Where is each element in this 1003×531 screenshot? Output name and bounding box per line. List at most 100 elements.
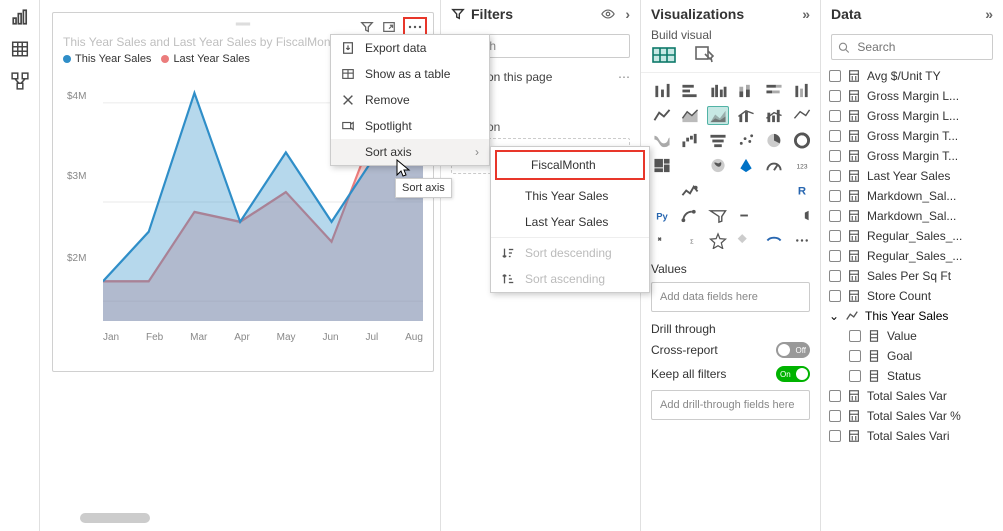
viz-type-paginate[interactable] <box>791 206 813 225</box>
field-item-expanded[interactable]: ⌄This Year Sales <box>827 306 997 326</box>
checkbox[interactable] <box>829 290 841 302</box>
viz-type-decomposition[interactable] <box>707 206 729 225</box>
more-icon[interactable]: ⋯ <box>618 70 630 84</box>
submenu-sort-descending[interactable]: Sort descending <box>491 240 649 266</box>
submenu-sort-ascending[interactable]: Sort ascending <box>491 266 649 292</box>
viz-type-pie[interactable] <box>763 131 785 150</box>
field-item[interactable]: Markdown_Sal... <box>827 206 997 226</box>
data-search-input[interactable] <box>855 39 986 55</box>
viz-type-card[interactable]: 123 <box>791 156 813 175</box>
viz-type-map[interactable] <box>679 156 701 175</box>
menu-spotlight[interactable]: Spotlight <box>331 113 489 139</box>
keep-all-filters-toggle[interactable]: On <box>776 366 810 382</box>
checkbox[interactable] <box>829 270 841 282</box>
field-item[interactable]: Total Sales Var % <box>827 406 997 426</box>
viz-type-kpi[interactable] <box>679 181 701 200</box>
checkbox[interactable] <box>829 250 841 262</box>
viz-type-line-clustered[interactable] <box>735 106 757 125</box>
build-visual-tab[interactable] <box>651 44 677 66</box>
field-item[interactable]: Markdown_Sal... <box>827 186 997 206</box>
viz-type-ribbon-box[interactable] <box>791 106 813 125</box>
field-item[interactable]: Store Count <box>827 286 997 306</box>
viz-type-stacked-bar[interactable] <box>651 81 673 100</box>
viz-type-ribbon[interactable] <box>651 131 673 150</box>
viz-type-slicer[interactable] <box>707 181 729 200</box>
viz-type-stacked-column[interactable] <box>735 81 757 100</box>
checkbox[interactable] <box>829 70 841 82</box>
menu-export-data[interactable]: Export data <box>331 35 489 61</box>
drill-through-dropzone[interactable]: Add drill-through fields here <box>651 390 810 420</box>
viz-type-goals[interactable] <box>707 231 729 250</box>
viz-type-matrix[interactable] <box>763 181 785 200</box>
viz-type-stacked-area[interactable] <box>707 106 729 125</box>
viz-type-shape[interactable] <box>735 231 757 250</box>
viz-type-gauge[interactable] <box>763 156 785 175</box>
checkbox[interactable] <box>829 130 841 142</box>
submenu-fiscalmonth[interactable]: FiscalMonth <box>495 150 645 180</box>
viz-type-key-influencers[interactable] <box>679 206 701 225</box>
viz-type-donut[interactable] <box>791 131 813 150</box>
checkbox[interactable] <box>849 370 861 382</box>
report-view-icon[interactable] <box>11 8 29 26</box>
viz-type-r-visual[interactable]: R <box>791 181 813 200</box>
viz-type-stacked-bar-h[interactable] <box>679 81 701 100</box>
field-item[interactable]: Sales Per Sq Ft <box>827 266 997 286</box>
viz-type-treemap[interactable] <box>651 156 673 175</box>
viz-type-area[interactable] <box>679 106 701 125</box>
viz-type-table[interactable] <box>735 181 757 200</box>
collapse-pane-icon[interactable]: » <box>985 6 993 22</box>
checkbox[interactable] <box>829 170 841 182</box>
field-item[interactable]: Last Year Sales <box>827 166 997 186</box>
field-item[interactable]: Total Sales Vari <box>827 426 997 446</box>
viz-type-funnel[interactable] <box>707 131 729 150</box>
checkbox[interactable] <box>829 190 841 202</box>
collapse-pane-icon[interactable]: » <box>802 6 810 22</box>
menu-show-as-table[interactable]: Show as a table <box>331 61 489 87</box>
eye-icon[interactable] <box>601 7 615 21</box>
chevron-down-icon[interactable]: ⌄ <box>829 309 839 323</box>
field-item[interactable]: Value <box>827 326 997 346</box>
values-dropzone[interactable]: Add data fields here <box>651 282 810 312</box>
checkbox[interactable] <box>829 90 841 102</box>
viz-type-smart-narrative[interactable] <box>735 206 757 225</box>
format-visual-tab[interactable] <box>693 44 717 66</box>
data-view-icon[interactable] <box>11 40 29 58</box>
viz-type-qa[interactable] <box>763 206 785 225</box>
checkbox[interactable] <box>829 210 841 222</box>
checkbox[interactable] <box>829 230 841 242</box>
viz-type-stacked-bar-100[interactable] <box>763 81 785 100</box>
checkbox[interactable] <box>829 390 841 402</box>
checkbox[interactable] <box>829 430 841 442</box>
field-item[interactable]: Regular_Sales_... <box>827 246 997 266</box>
viz-type-filled-map[interactable] <box>707 156 729 175</box>
field-item[interactable]: Gross Margin T... <box>827 126 997 146</box>
field-item[interactable]: Goal <box>827 346 997 366</box>
model-view-icon[interactable] <box>11 72 29 90</box>
collapse-pane-icon[interactable]: › <box>625 6 630 22</box>
cross-report-toggle[interactable]: Off <box>776 342 810 358</box>
viz-type-line[interactable] <box>651 106 673 125</box>
viz-type-line-stacked[interactable] <box>763 106 785 125</box>
viz-type-more[interactable] <box>791 231 813 250</box>
submenu-last-year-sales[interactable]: Last Year Sales <box>491 209 649 235</box>
checkbox[interactable] <box>829 150 841 162</box>
viz-type-multi-card[interactable] <box>651 181 673 200</box>
viz-type-py-visual[interactable]: Py <box>651 206 673 225</box>
viz-type-azure-map[interactable] <box>735 156 757 175</box>
data-search[interactable] <box>831 34 993 60</box>
viz-type-arcgis[interactable] <box>763 231 785 250</box>
viz-type-waterfall[interactable] <box>679 131 701 150</box>
drag-handle-icon[interactable]: ══ <box>236 19 250 30</box>
field-item[interactable]: Regular_Sales_... <box>827 226 997 246</box>
viz-type-power-apps[interactable] <box>651 231 673 250</box>
checkbox[interactable] <box>829 110 841 122</box>
viz-type-scatter[interactable] <box>735 131 757 150</box>
field-item[interactable]: Status <box>827 366 997 386</box>
viz-type-clustered-bar[interactable] <box>707 81 729 100</box>
field-item[interactable]: Avg $/Unit TY <box>827 66 997 86</box>
viz-type-clustered-column[interactable] <box>791 81 813 100</box>
field-item[interactable]: Gross Margin L... <box>827 106 997 126</box>
filter-icon[interactable] <box>359 19 375 35</box>
field-item[interactable]: Gross Margin L... <box>827 86 997 106</box>
field-item[interactable]: Total Sales Var <box>827 386 997 406</box>
